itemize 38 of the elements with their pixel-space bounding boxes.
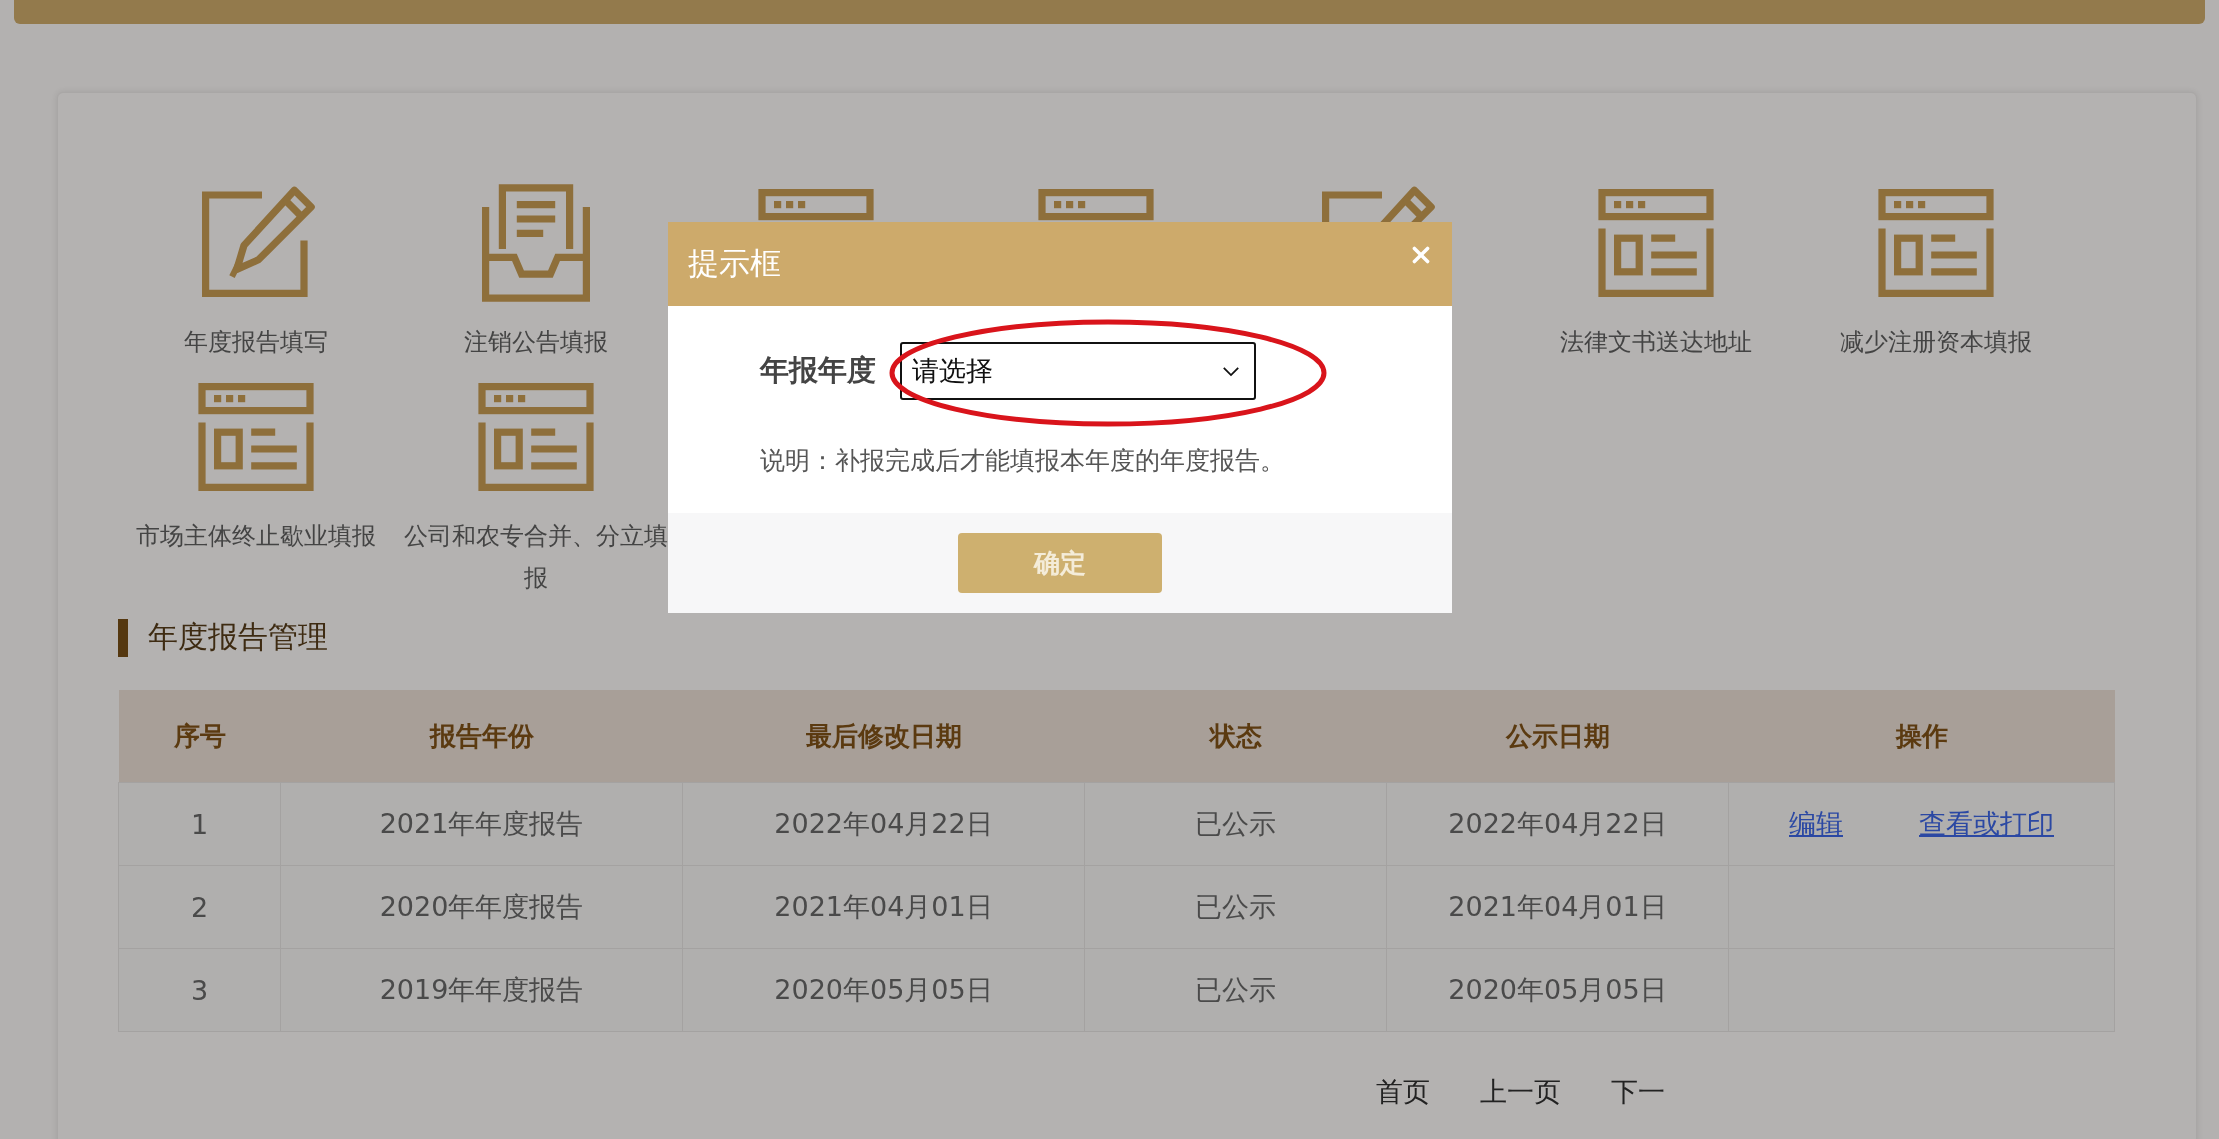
- shortcut-label[interactable]: 市场主体终止歇业填报: [118, 515, 394, 557]
- section-title: 年度报告管理: [148, 618, 328, 656]
- year-select[interactable]: 请选择: [900, 342, 1256, 400]
- column-header: 公示日期: [1386, 690, 1729, 783]
- table-cell: 2021年年度报告: [280, 782, 683, 866]
- table-cell: 3: [118, 948, 281, 1032]
- chevron-down-icon: [1222, 365, 1240, 377]
- pagination-link[interactable]: 上一页: [1480, 1074, 1561, 1110]
- field-label: 年报年度: [760, 352, 877, 389]
- shortcut-label[interactable]: 法律文书送达地址: [1518, 321, 1794, 363]
- close-icon[interactable]: [1410, 244, 1432, 266]
- table-cell: 2022年04月22日: [1386, 782, 1729, 866]
- action-link[interactable]: 查看或打印: [1919, 808, 2054, 839]
- column-header: 操作: [1728, 690, 2115, 783]
- table-cell: 已公示: [1084, 948, 1387, 1032]
- column-header: 报告年份: [280, 690, 683, 783]
- note-text: 说明：补报完成后才能填报本年度的年度报告。: [760, 445, 1286, 477]
- table-cell: 2020年05月05日: [1386, 948, 1729, 1032]
- table-cell: 2021年04月01日: [682, 865, 1085, 949]
- table-cell: 2019年年度报告: [280, 948, 683, 1032]
- shortcut-label[interactable]: 减少注册资本填报: [1798, 321, 2074, 363]
- column-header: 序号: [118, 690, 281, 783]
- pagination-link[interactable]: 下一: [1611, 1074, 1665, 1110]
- table-cell: 2: [118, 865, 281, 949]
- table-cell: 已公示: [1084, 865, 1387, 949]
- action-link[interactable]: 编辑: [1789, 808, 1843, 839]
- table-cell: 已公示: [1084, 782, 1387, 866]
- table-cell: 2021年04月01日: [1386, 865, 1729, 949]
- table-cell: 2020年年度报告: [280, 865, 683, 949]
- heading-accent-bar: [118, 618, 128, 657]
- table-cell: 2020年05月05日: [682, 948, 1085, 1032]
- shortcut-label[interactable]: 年度报告填写: [118, 321, 394, 363]
- pagination-link[interactable]: 首页: [1376, 1074, 1430, 1110]
- dialog-title: 提示框: [688, 244, 781, 283]
- column-header: 状态: [1084, 690, 1387, 783]
- column-header: 最后修改日期: [682, 690, 1085, 783]
- table-cell: 1: [118, 782, 281, 866]
- table-cell: 2022年04月22日: [682, 782, 1085, 866]
